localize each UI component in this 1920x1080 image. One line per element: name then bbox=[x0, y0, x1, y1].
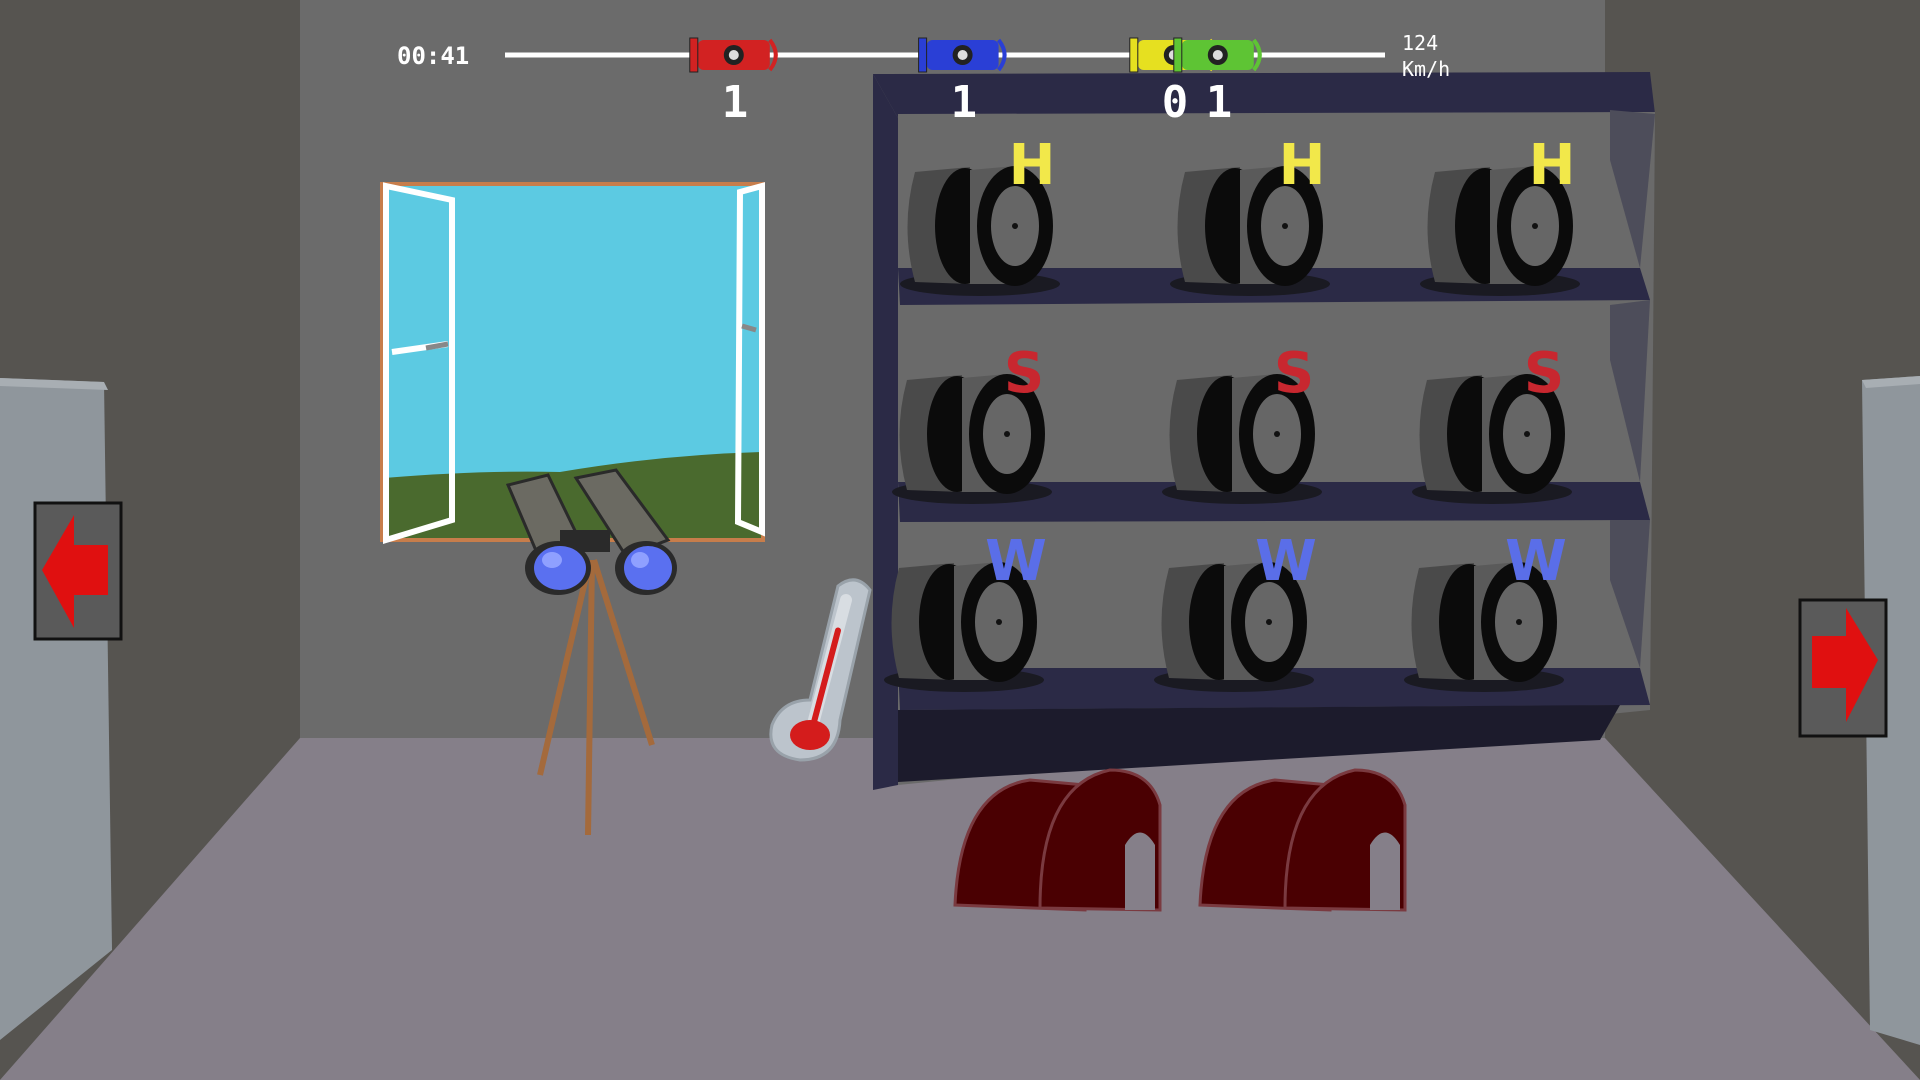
left-door[interactable] bbox=[0, 378, 112, 1040]
tyre-rack: H H H S S S W W W bbox=[884, 133, 1580, 692]
tyre-compound-label: W bbox=[1505, 529, 1567, 594]
tyre-compound-label: W bbox=[985, 529, 1047, 594]
thermometer-icon bbox=[790, 720, 830, 750]
car-lap-blue: 1 bbox=[951, 77, 978, 128]
tyre-compound-label: H bbox=[1009, 133, 1056, 198]
car-lap-green: 1 bbox=[1206, 77, 1233, 128]
right-arrow-button[interactable] bbox=[1798, 598, 1888, 738]
car-lap-red: 1 bbox=[722, 77, 749, 128]
tyre-compound-label: S bbox=[1524, 341, 1564, 406]
window[interactable] bbox=[380, 182, 765, 545]
car-lap-yellow: 0 bbox=[1162, 77, 1189, 128]
race-timer: 00:41 bbox=[397, 42, 469, 70]
left-arrow-button[interactable] bbox=[33, 501, 123, 641]
tyre-compound-label: W bbox=[1255, 529, 1317, 594]
car-marker-blue bbox=[918, 37, 1007, 73]
tyre-compound-label: S bbox=[1274, 341, 1314, 406]
tyre-compound-label: H bbox=[1529, 133, 1576, 198]
tyre-compound-label: H bbox=[1279, 133, 1326, 198]
garage-scene: H H HS S SW W W 00:41 1101 124 Km/h bbox=[0, 0, 1920, 1080]
tyre-compound-label: S bbox=[1004, 341, 1044, 406]
car-marker-red bbox=[689, 37, 778, 73]
speed-value: 124 bbox=[1402, 31, 1438, 55]
car-marker-green bbox=[1173, 37, 1262, 73]
speed-unit: Km/h bbox=[1402, 57, 1450, 81]
floor bbox=[0, 738, 1920, 1080]
